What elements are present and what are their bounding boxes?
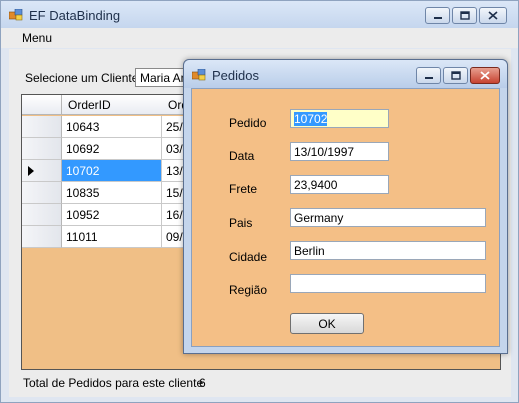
minimize-button[interactable] [425,7,450,24]
dialog-maximize-button[interactable] [443,67,468,84]
minimize-icon [424,76,433,79]
dialog-close-button[interactable] [470,67,500,84]
row-header[interactable] [22,182,62,204]
cidade-label: Cidade [229,250,268,264]
data-label: Data [229,149,255,163]
grid-corner [22,95,62,115]
cell-orderid[interactable]: 10692 [62,138,162,160]
pedido-label: Pedido [229,116,267,130]
cell-orderid[interactable]: 10643 [62,116,162,138]
row-pointer-icon [28,166,34,176]
pedidos-dialog: Pedidos Pedido 10702 Data 13/10/1997 Fre… [183,59,508,354]
ok-button-label: OK [318,316,336,331]
window-title: EF DataBinding [29,8,121,23]
maximize-button[interactable] [452,7,477,24]
frete-field[interactable]: 23,9400 [290,175,389,194]
pais-field[interactable]: Germany [290,208,486,227]
pedido-value: 10702 [294,112,328,126]
cell-orderid[interactable]: 11011 [62,226,162,248]
total-orders-value: 6 [199,376,206,390]
menu-item-menu[interactable]: Menu [22,31,52,45]
cell-orderid[interactable]: 10952 [62,204,162,226]
maximize-icon [450,71,461,80]
client-label: Selecione um Cliente [25,71,139,85]
data-field[interactable]: 13/10/1997 [290,142,389,161]
frete-label: Frete [229,182,258,196]
dialog-title-bar[interactable]: Pedidos [184,60,507,88]
total-orders-label: Total de Pedidos para este cliente [23,376,204,390]
minimize-icon [433,16,442,19]
dialog-title: Pedidos [212,68,259,83]
cidade-field[interactable]: Berlin [290,241,486,260]
row-header[interactable] [22,160,62,182]
column-header-orderid[interactable]: OrderID [68,98,111,112]
pais-label: Pais [229,216,253,230]
app-icon [192,69,206,81]
close-icon [488,11,498,20]
menu-bar: Menu [1,28,518,48]
regiao-label: Região [229,283,268,297]
dialog-minimize-button[interactable] [416,67,441,84]
row-header[interactable] [22,138,62,160]
close-icon [480,71,490,80]
regiao-field[interactable] [290,274,486,293]
row-header[interactable] [22,204,62,226]
ok-button[interactable]: OK [290,313,364,334]
maximize-icon [459,11,470,20]
row-header[interactable] [22,226,62,248]
dialog-body: Pedido 10702 Data 13/10/1997 Frete 23,94… [191,88,500,347]
app-icon [9,9,23,21]
pedido-field[interactable]: 10702 [290,109,389,128]
title-bar[interactable]: EF DataBinding [1,1,518,28]
cell-orderid[interactable]: 10702 [62,160,162,182]
row-header[interactable] [22,116,62,138]
close-button[interactable] [479,7,507,24]
cell-orderid[interactable]: 10835 [62,182,162,204]
